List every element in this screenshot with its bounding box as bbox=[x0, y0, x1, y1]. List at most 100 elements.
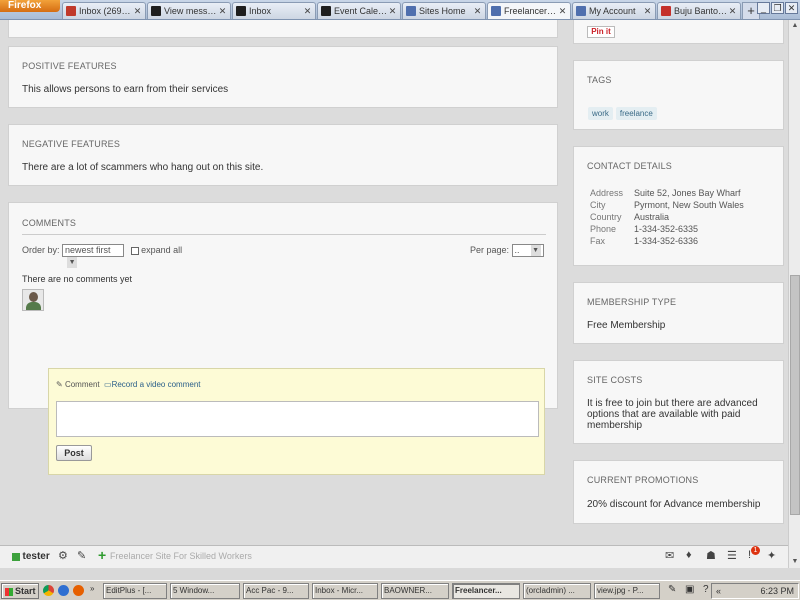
edit-icon[interactable]: ✎ bbox=[77, 549, 86, 562]
wrench-icon[interactable]: ✦ bbox=[767, 549, 776, 562]
tab-buju-banton[interactable]: Buju Banton - ...✕ bbox=[657, 2, 741, 19]
clock: 6:23 PM bbox=[760, 586, 794, 596]
taskbar-item-windows[interactable]: 5 Window... bbox=[170, 583, 240, 599]
close-tab-icon[interactable]: ✕ bbox=[303, 6, 312, 17]
per-page-select[interactable]: .. ▼ bbox=[511, 244, 544, 257]
restore-button[interactable]: ❐ bbox=[771, 2, 784, 14]
current-promotions-panel: CURRENT PROMOTIONS 20% discount for Adva… bbox=[573, 460, 784, 524]
pencil-icon: ✎ bbox=[56, 380, 63, 389]
close-tab-icon[interactable]: ✕ bbox=[388, 6, 397, 17]
tab-freelancer-site[interactable]: Freelancer Sit...✕ bbox=[487, 2, 571, 19]
pinit-button[interactable]: Pin it bbox=[587, 26, 615, 38]
cart-icon[interactable]: ☰ bbox=[727, 549, 737, 562]
order-by-row: Order by: newest first▼ expand all bbox=[22, 244, 183, 268]
site-title-link[interactable]: Freelancer Site For Skilled Workers bbox=[110, 551, 252, 561]
tab-inbox-gmail[interactable]: Inbox (269) - ...✕ bbox=[62, 2, 146, 19]
avatar-body-icon bbox=[26, 302, 41, 310]
chevron-down-icon: ▼ bbox=[530, 245, 541, 256]
tab-list: Inbox (269) - ...✕ View message✕ Inbox✕ … bbox=[62, 2, 760, 20]
chevron-down-icon: ▼ bbox=[67, 257, 78, 268]
vertical-scrollbar[interactable]: ▲ ▼ bbox=[788, 20, 800, 568]
scroll-down-icon[interactable]: ▼ bbox=[789, 556, 800, 568]
tab-event-calendar[interactable]: Event Calend...✕ bbox=[317, 2, 401, 19]
close-tab-icon[interactable]: ✕ bbox=[558, 6, 567, 17]
taskbar-item-freelancer[interactable]: Freelancer... bbox=[452, 583, 520, 599]
firefox-menu-button[interactable]: Firefox bbox=[0, 0, 60, 12]
scroll-up-icon[interactable]: ▲ bbox=[789, 20, 800, 32]
calendar-app-icon bbox=[321, 6, 331, 16]
users-icon[interactable]: ☗ bbox=[706, 549, 716, 562]
twitter-icon[interactable]: ♦ bbox=[686, 549, 692, 561]
tab-my-account[interactable]: My Account ✕ bbox=[572, 2, 656, 19]
window-controls: _ ❐ ✕ bbox=[756, 2, 798, 14]
mail-icon[interactable]: ✉ bbox=[665, 549, 674, 562]
comments-divider bbox=[22, 234, 546, 235]
user-menu[interactable]: tester bbox=[12, 551, 50, 562]
site-costs-heading: SITE COSTS bbox=[587, 375, 643, 385]
avatar-head-icon bbox=[29, 292, 38, 302]
video-comment-tab[interactable]: ▭Record a video comment bbox=[104, 380, 201, 389]
positive-features-panel: POSITIVE FEATURES This allows persons to… bbox=[8, 46, 558, 108]
chrome-icon[interactable] bbox=[43, 585, 54, 596]
close-window-button[interactable]: ✕ bbox=[785, 2, 798, 14]
contact-row-city: City Pyrmont, New South Wales bbox=[590, 200, 744, 210]
expand-all-checkbox[interactable] bbox=[130, 246, 139, 255]
contact-row-address: Address Suite 52, Jones Bay Wharf bbox=[590, 188, 741, 198]
gmail-icon bbox=[66, 6, 76, 16]
notification-badge: 1 bbox=[751, 546, 760, 555]
comments-panel: COMMENTS Order by: newest first▼ expand … bbox=[8, 202, 558, 475]
comment-textarea[interactable] bbox=[56, 401, 539, 437]
video-icon: ▭ bbox=[104, 380, 112, 389]
taskbar-item-baowner[interactable]: BAOWNER... bbox=[381, 583, 449, 599]
start-button[interactable]: Start bbox=[1, 583, 39, 599]
positive-features-heading: POSITIVE FEATURES bbox=[22, 61, 117, 71]
close-tab-icon[interactable]: ✕ bbox=[728, 6, 737, 17]
close-tab-icon[interactable]: ✕ bbox=[133, 6, 142, 17]
taskbar-item-view-jpg[interactable]: view.jpg - P... bbox=[594, 583, 660, 599]
tray-collapse-icon[interactable]: « bbox=[716, 584, 721, 598]
tab-sites-home[interactable]: Sites Home ✕ bbox=[402, 2, 486, 19]
tag-work[interactable]: work bbox=[588, 107, 613, 120]
close-tab-icon[interactable]: ✕ bbox=[643, 6, 652, 17]
tray-tool-icon[interactable]: ✎ bbox=[668, 584, 676, 595]
tags-panel: TAGS work freelance bbox=[573, 60, 784, 130]
post-button[interactable]: Post bbox=[56, 445, 92, 461]
tag-freelance[interactable]: freelance bbox=[615, 107, 657, 120]
tab-inbox[interactable]: Inbox ✕ bbox=[232, 2, 316, 19]
expand-all-label: expand all bbox=[141, 244, 183, 255]
taskbar-item-inbox-outlook[interactable]: Inbox - Micr... bbox=[312, 583, 378, 599]
order-by-select[interactable]: newest first▼ bbox=[62, 244, 125, 268]
contact-details-panel: CONTACT DETAILS Address Suite 52, Jones B… bbox=[573, 146, 784, 266]
close-tab-icon[interactable]: ✕ bbox=[218, 6, 227, 17]
current-promotions-heading: CURRENT PROMOTIONS bbox=[587, 475, 699, 485]
tray-monitor-icon[interactable]: ▣ bbox=[685, 584, 694, 595]
windows-taskbar: Start » EditPlus - [... 5 Window... Acc … bbox=[0, 580, 800, 600]
membership-type-panel: MEMBERSHIP TYPE Free Membership bbox=[573, 282, 784, 344]
contact-details-table: Address Suite 52, Jones Bay Wharf City Pyr… bbox=[590, 187, 780, 247]
taskbar-item-editplus[interactable]: EditPlus - [... bbox=[103, 583, 167, 599]
membership-type-heading: MEMBERSHIP TYPE bbox=[587, 297, 677, 307]
minimize-button[interactable]: _ bbox=[757, 2, 770, 14]
youtube-icon bbox=[661, 6, 671, 16]
contact-row-phone: Phone 1-334-352-6335 bbox=[590, 224, 699, 234]
scrollbar-thumb[interactable] bbox=[790, 275, 800, 515]
no-comments-text: There are no comments yet bbox=[22, 274, 133, 284]
taskbar-item-orcladmin[interactable]: (orcladmin) ... bbox=[523, 583, 591, 599]
negative-features-heading: NEGATIVE FEATURES bbox=[22, 139, 121, 149]
tray-help-icon[interactable]: ? bbox=[703, 584, 709, 595]
close-tab-icon[interactable]: ✕ bbox=[473, 6, 482, 17]
quicklaunch-more-icon[interactable]: » bbox=[90, 584, 94, 593]
positive-features-text: This allows persons to earn from their s… bbox=[22, 84, 229, 95]
add-icon[interactable]: + bbox=[98, 547, 106, 563]
tab-view-message[interactable]: View message ✕ bbox=[147, 2, 231, 19]
user-status-icon bbox=[12, 552, 20, 561]
taskbar-item-accpac[interactable]: Acc Pac - 9... bbox=[243, 583, 309, 599]
tags-heading: TAGS bbox=[587, 75, 612, 85]
site-bottom-toolbar: tester ⚙ ✎ + Freelancer Site For Skilled… bbox=[0, 545, 788, 568]
ie-icon[interactable] bbox=[58, 585, 69, 596]
firefox-icon[interactable] bbox=[73, 585, 84, 596]
comment-tab[interactable]: ✎ Comment bbox=[56, 380, 100, 389]
comment-form: ✎ Comment ▭Record a video comment Post bbox=[48, 368, 545, 475]
pinit-panel: Pin it bbox=[573, 20, 784, 44]
gear-icon[interactable]: ⚙ bbox=[58, 549, 68, 562]
